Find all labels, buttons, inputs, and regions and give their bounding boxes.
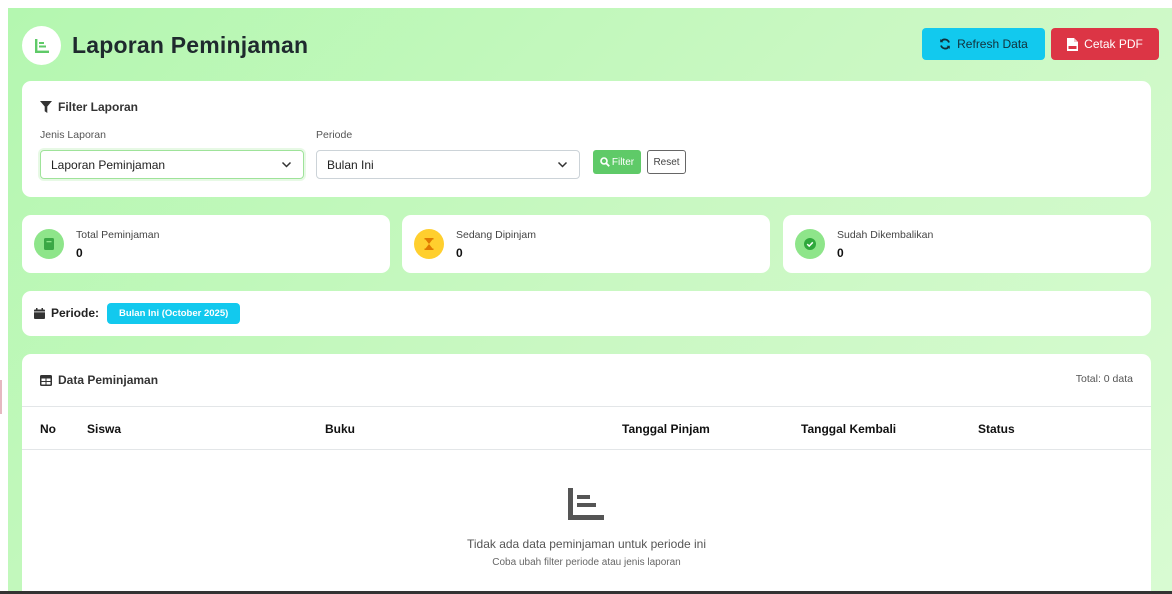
column-header-tanggal-kembali: Tanggal Kembali	[801, 422, 897, 436]
stat-label: Sedang Dipinjam	[456, 229, 536, 241]
periode-value: Bulan Ini	[327, 157, 374, 172]
filter-title-text: Filter Laporan	[58, 100, 139, 114]
table-icon	[40, 374, 52, 386]
filter-button-label: Filter	[611, 156, 635, 168]
refresh-icon	[940, 38, 950, 50]
empty-state-message: Tidak ada data peminjaman untuk periode …	[466, 537, 707, 551]
filter-card: Filter Laporan Jenis Laporan Laporan Pem…	[22, 81, 1151, 197]
column-header-buku: Buku	[325, 422, 355, 436]
jenis-laporan-label: Jenis Laporan	[40, 129, 106, 141]
filter-button[interactable]: Filter	[593, 150, 641, 174]
window-edge-marker	[0, 380, 2, 414]
reset-button[interactable]: Reset	[647, 150, 686, 174]
refresh-data-button[interactable]: Refresh Data	[922, 28, 1045, 60]
hourglass-icon	[424, 238, 434, 250]
stat-value: 0	[456, 246, 463, 260]
page-header: Laporan Peminjaman Refresh Data Cetak PD…	[22, 26, 1159, 66]
print-pdf-button[interactable]: Cetak PDF	[1051, 28, 1159, 60]
check-circle-icon	[804, 238, 816, 250]
stat-icon-badge	[34, 229, 64, 259]
stat-icon-badge	[795, 229, 825, 259]
chevron-down-icon	[281, 161, 292, 168]
empty-list-chart-icon	[568, 488, 604, 520]
stat-value: 0	[76, 246, 83, 260]
column-header-no: No	[40, 422, 56, 436]
period-label: Periode:	[34, 306, 99, 320]
period-badge: Bulan Ini (October 2025)	[107, 303, 241, 324]
stat-label: Total Peminjaman	[76, 229, 160, 241]
column-header-siswa: Siswa	[87, 422, 122, 436]
calendar-icon	[34, 307, 45, 319]
period-card: Periode: Bulan Ini (October 2025)	[22, 291, 1151, 336]
table-header-divider	[22, 449, 1151, 450]
page-title: Laporan Peminjaman	[72, 32, 309, 58]
stat-value: 0	[837, 246, 844, 260]
data-table-card: Data Peminjaman Total: 0 data No Siswa B…	[22, 354, 1151, 594]
stat-card-returned: Sudah Dikembalikan 0	[783, 215, 1151, 273]
refresh-data-label: Refresh Data	[957, 37, 1028, 51]
stat-card-borrowed: Sedang Dipinjam 0	[402, 215, 770, 273]
column-header-status: Status	[978, 422, 1015, 436]
data-table-title: Data Peminjaman	[40, 373, 158, 387]
column-header-tanggal-pinjam: Tanggal Pinjam	[622, 422, 710, 436]
pdf-file-icon	[1067, 37, 1079, 51]
page-background: Laporan Peminjaman Refresh Data Cetak PD…	[8, 8, 1172, 594]
print-pdf-label: Cetak PDF	[1084, 37, 1143, 51]
jenis-laporan-value: Laporan Peminjaman	[51, 157, 166, 172]
table-top-divider	[22, 406, 1151, 407]
periode-select[interactable]: Bulan Ini	[316, 150, 580, 179]
stat-label: Sudah Dikembalikan	[837, 229, 934, 241]
periode-label: Periode	[316, 129, 353, 141]
filter-funnel-icon	[40, 101, 52, 113]
list-chart-icon	[34, 38, 49, 53]
report-logo	[22, 26, 61, 65]
filter-card-title: Filter Laporan	[40, 100, 138, 114]
book-icon	[44, 238, 54, 250]
jenis-laporan-select[interactable]: Laporan Peminjaman	[40, 150, 304, 179]
search-icon	[600, 157, 610, 167]
period-label-text: Periode:	[51, 306, 100, 320]
stat-icon-badge	[414, 229, 444, 259]
chevron-down-icon	[557, 161, 568, 168]
data-total-count: Total: 0 data	[1075, 373, 1133, 385]
data-table-title-text: Data Peminjaman	[58, 373, 159, 387]
empty-state-hint: Coba ubah filter periode atau jenis lapo…	[492, 557, 681, 568]
stat-card-total: Total Peminjaman 0	[22, 215, 390, 273]
